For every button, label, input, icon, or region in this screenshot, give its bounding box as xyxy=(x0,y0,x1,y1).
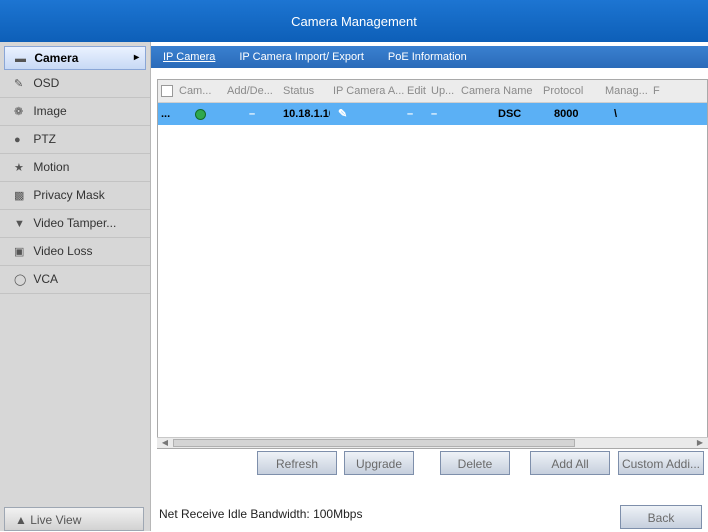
sidebar-item-osd[interactable]: ✎ OSD xyxy=(0,70,150,98)
row-up-cell: – xyxy=(407,108,414,120)
sidebar-item-vca[interactable]: ◯ VCA xyxy=(0,266,150,294)
sidebar-item-label: Motion xyxy=(33,160,70,174)
chevron-right-icon: ▸ xyxy=(133,52,139,63)
column-header[interactable]: Add/De... xyxy=(224,80,280,102)
vca-icon: ◯ xyxy=(14,274,27,286)
column-header[interactable]: Protocol xyxy=(540,80,602,102)
column-header[interactable]: F xyxy=(650,80,670,102)
sidebar-item-motion[interactable]: ★ Motion xyxy=(0,154,150,182)
sidebar-item-privacy-mask[interactable]: ▩ Privacy Mask xyxy=(0,182,150,210)
delete-button[interactable]: Delete xyxy=(440,451,510,475)
sidebar-item-image[interactable]: ❁ Image xyxy=(0,98,150,126)
column-header[interactable]: Cam... xyxy=(176,80,224,102)
horizontal-scrollbar[interactable]: ◀ ▶ xyxy=(157,437,708,448)
row-protocol-cell: DSC xyxy=(498,108,522,120)
tab-bar: IP Camera IP Camera Import/ Export PoE I… xyxy=(151,46,708,68)
row-cam-cell: ... xyxy=(161,108,171,120)
ptz-icon: ● xyxy=(14,134,21,146)
column-header[interactable]: Manag... xyxy=(602,80,650,102)
sidebar-item-camera[interactable]: ▬ Camera ▸ xyxy=(4,46,146,70)
scroll-right-icon[interactable]: ▶ xyxy=(694,438,706,448)
scrollbar-thumb[interactable] xyxy=(173,439,575,447)
video-loss-icon: ▣ xyxy=(14,246,25,258)
image-icon: ❁ xyxy=(14,106,24,118)
row-manag-cell: 8000 xyxy=(554,108,579,120)
column-header[interactable]: IP Camera A... xyxy=(330,80,404,102)
back-button[interactable]: Back xyxy=(620,505,702,529)
privacy-mask-icon: ▩ xyxy=(14,190,25,202)
row-name-cell: – xyxy=(431,108,438,120)
scroll-left-icon[interactable]: ◀ xyxy=(159,438,171,448)
sidebar-item-ptz[interactable]: ● PTZ xyxy=(0,126,150,154)
row-ip-cell: 10.18.1.100 xyxy=(283,108,330,120)
column-header[interactable]: Status xyxy=(280,80,330,102)
sidebar-item-video-loss[interactable]: ▣ Video Loss xyxy=(0,238,150,266)
sidebar-item-label: VCA xyxy=(33,272,59,286)
column-header[interactable]: Up... xyxy=(428,80,458,102)
osd-icon: ✎ xyxy=(14,78,24,90)
table-row[interactable]: ... – 10.18.1.100 ✎ – – DSC 8000 \ xyxy=(158,103,707,125)
tab-ip-camera[interactable]: IP Camera xyxy=(151,51,227,63)
sidebar-item-label: Privacy Mask xyxy=(33,188,105,202)
edit-icon[interactable]: ✎ xyxy=(338,108,347,120)
home-icon: ▲ xyxy=(15,513,31,527)
refresh-button[interactable]: Refresh xyxy=(257,451,337,475)
sidebar-item-label: Video Loss xyxy=(33,244,93,258)
window-title: Camera Management xyxy=(291,13,417,29)
column-header[interactable]: Camera Name xyxy=(458,80,540,102)
row-f-cell: \ xyxy=(614,108,618,120)
title-bar: Camera Management xyxy=(0,0,708,42)
sidebar-item-label: Image xyxy=(33,104,67,118)
camera-icon: ▬ xyxy=(15,53,26,65)
tab-ip-camera-import-export[interactable]: IP Camera Import/ Export xyxy=(227,51,376,63)
camera-table: Cam... Add/De... Status IP Camera A... E… xyxy=(157,79,708,449)
sidebar-item-label: OSD xyxy=(33,76,60,90)
sidebar-item-label: Video Tamper... xyxy=(33,216,117,230)
motion-icon: ★ xyxy=(14,162,24,174)
live-view-button[interactable]: ▲ Live View xyxy=(4,507,144,531)
sidebar-item-video-tamper[interactable]: ▼ Video Tamper... xyxy=(0,210,150,238)
add-circle-icon[interactable] xyxy=(194,108,206,120)
upgrade-button[interactable]: Upgrade xyxy=(344,451,414,475)
action-buttons: Refresh Upgrade Delete Add All Custom Ad… xyxy=(0,451,708,475)
sidebar-item-label: PTZ xyxy=(33,132,57,146)
row-status-cell: – xyxy=(248,108,256,120)
sidebar-item-label: Camera xyxy=(34,51,79,65)
bandwidth-status: Net Receive Idle Bandwidth: 100Mbps xyxy=(159,507,363,521)
tab-poe-information[interactable]: PoE Information xyxy=(376,51,479,63)
add-all-button[interactable]: Add All xyxy=(530,451,610,475)
video-tamper-icon: ▼ xyxy=(14,218,25,230)
live-view-label: Live View xyxy=(30,513,82,527)
row-edit-cell: ✎ xyxy=(330,103,404,125)
row-add-cell xyxy=(176,103,224,125)
custom-add-button[interactable]: Custom Addi... xyxy=(618,451,704,475)
table-header: Cam... Add/De... Status IP Camera A... E… xyxy=(158,80,707,103)
select-all-checkbox[interactable] xyxy=(158,80,176,102)
column-header[interactable]: Edit xyxy=(404,80,428,102)
